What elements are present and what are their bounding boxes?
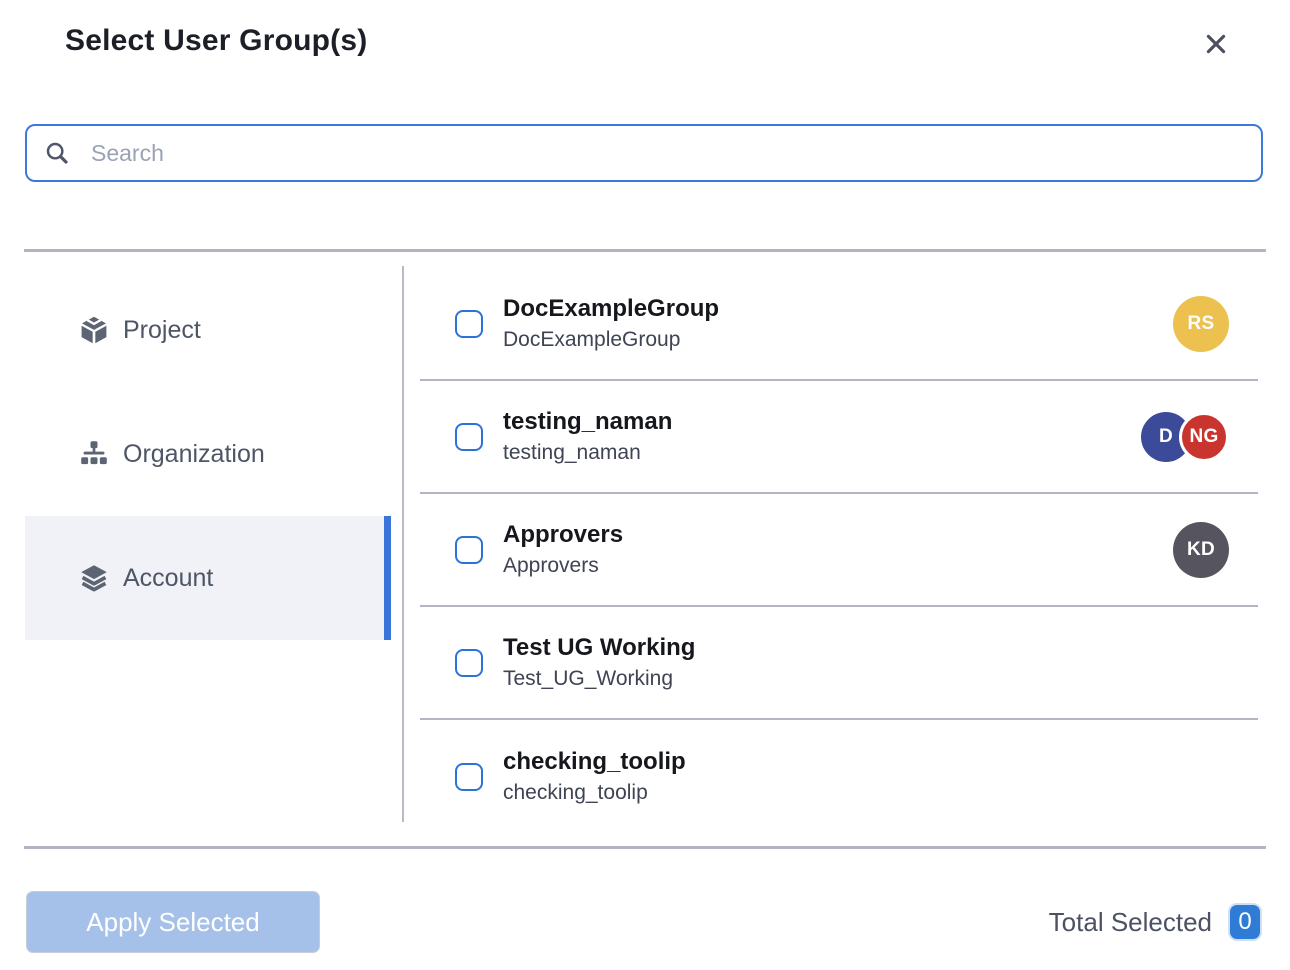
group-name: Test UG Working [503,633,1229,663]
group-checkbox[interactable] [455,423,483,451]
group-subtitle: Test_UG_Working [503,665,1229,692]
group-list: DocExampleGroup DocExampleGroup RS testi… [420,268,1258,833]
search-icon [44,140,70,166]
sidebar-item-project[interactable]: Project [25,268,391,392]
group-name: DocExampleGroup [503,294,1173,324]
sitemap-icon [78,438,110,470]
layers-icon [78,562,110,594]
group-row[interactable]: checking_toolip checking_toolip [420,720,1258,833]
apply-selected-button[interactable]: Apply Selected [26,891,320,953]
sidebar-item-account[interactable]: Account [25,516,391,640]
group-name: checking_toolip [503,747,1229,777]
footer-divider [24,846,1266,849]
group-checkbox[interactable] [455,310,483,338]
close-button[interactable] [1202,27,1236,61]
cube-icon [78,314,110,346]
group-avatars: DNG [1141,412,1229,462]
group-row[interactable]: DocExampleGroup DocExampleGroup RS [420,268,1258,381]
select-user-groups-modal: Select User Group(s) Project Organizatio… [0,0,1290,970]
search-input[interactable] [70,140,1261,167]
group-name: testing_naman [503,407,1141,437]
group-checkbox[interactable] [455,649,483,677]
group-subtitle: testing_naman [503,439,1141,466]
group-avatars: KD [1173,522,1229,578]
group-name: Approvers [503,520,1173,550]
group-subtitle: DocExampleGroup [503,326,1173,353]
group-subtitle: Approvers [503,552,1173,579]
avatar-kd: KD [1173,522,1229,578]
group-subtitle: checking_toolip [503,779,1229,806]
sidebar-item-organization[interactable]: Organization [25,392,391,516]
total-selected-label: Total Selected [1049,907,1212,938]
group-row[interactable]: Approvers Approvers KD [420,494,1258,607]
vertical-divider [402,266,404,822]
group-row[interactable]: Test UG Working Test_UG_Working [420,607,1258,720]
close-icon [1202,30,1236,58]
sidebar: Project Organization Account [25,268,391,640]
total-selected: Total Selected 0 [1049,903,1262,941]
group-checkbox[interactable] [455,763,483,791]
group-checkbox[interactable] [455,536,483,564]
search-box[interactable] [25,124,1263,182]
avatar-ng: NG [1179,412,1229,462]
total-selected-count-badge: 0 [1228,903,1262,941]
selected-tab-indicator [384,516,391,640]
avatar-rs: RS [1173,296,1229,352]
group-row[interactable]: testing_naman testing_naman DNG [420,381,1258,494]
modal-title: Select User Group(s) [65,24,367,58]
group-avatars: RS [1173,296,1229,352]
header-divider [24,249,1266,252]
